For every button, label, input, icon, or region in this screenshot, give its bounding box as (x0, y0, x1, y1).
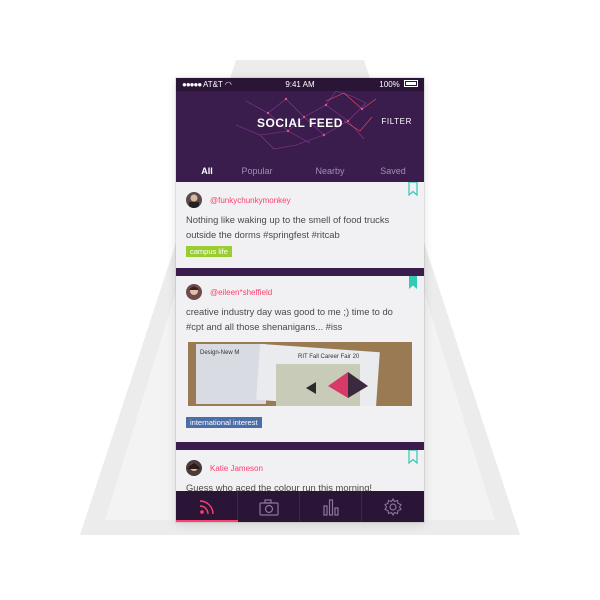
photo-caption: Design-New M (200, 350, 240, 356)
tag-badge[interactable]: campus life (186, 246, 232, 257)
tab-feed[interactable] (176, 491, 238, 522)
avatar-image (189, 286, 199, 295)
stage: ●●●●● AT&T ◠ 9:41 AM 100% SOCIAL FEED FI… (0, 0, 600, 600)
post-handle[interactable]: Katie Jameson (210, 464, 263, 473)
active-tab-bar (176, 520, 238, 522)
battery-status: 100% (379, 78, 418, 91)
bookmark-icon[interactable] (408, 450, 418, 464)
battery-icon (404, 80, 418, 88)
tab-saved[interactable]: Saved (362, 166, 424, 176)
bookmark-icon[interactable] (408, 182, 418, 196)
stats-icon (323, 499, 339, 516)
tab-nearby[interactable]: Nearby (299, 166, 361, 176)
settings-icon (384, 498, 402, 516)
avatar[interactable] (186, 460, 202, 476)
post-text: Nothing like waking up to the smell of f… (186, 214, 390, 240)
tab-camera[interactable] (238, 491, 300, 522)
tab-settings[interactable] (362, 491, 424, 522)
tab-stats[interactable] (300, 491, 362, 522)
tab-popular[interactable]: Popular (221, 166, 293, 176)
post-card[interactable]: @funkychunkymonkey Nothing like waking u… (176, 182, 424, 268)
avatar[interactable] (186, 192, 202, 208)
phone-screen: ●●●●● AT&T ◠ 9:41 AM 100% SOCIAL FEED FI… (176, 78, 424, 522)
avatar-image (188, 463, 200, 471)
photo-caption: RIT Fall Career Fair 20 (298, 354, 360, 360)
tag-badge[interactable]: international interest (186, 417, 262, 428)
avatar-image (189, 194, 199, 208)
camera-icon (259, 499, 279, 516)
social-feed[interactable]: @funkychunkymonkey Nothing like waking u… (176, 182, 424, 510)
battery-percent: 100% (379, 80, 400, 89)
post-text: creative industry day was good to me ;) … (186, 306, 393, 332)
status-bar: ●●●●● AT&T ◠ 9:41 AM 100% (176, 78, 424, 91)
feed-icon (199, 500, 214, 515)
bookmark-icon[interactable] (408, 276, 418, 290)
post-divider (176, 268, 424, 276)
filter-button[interactable]: FILTER (381, 117, 412, 126)
post-card[interactable]: @eileen*sheffield creative industry day … (176, 276, 424, 442)
post-divider (176, 442, 424, 450)
post-photo[interactable]: Design-New M RIT Fall Career Fair 20 (188, 342, 412, 406)
avatar[interactable] (186, 284, 202, 300)
post-handle[interactable]: @funkychunkymonkey (210, 196, 291, 205)
bottom-tab-bar (176, 491, 424, 522)
post-handle[interactable]: @eileen*sheffield (210, 288, 272, 297)
